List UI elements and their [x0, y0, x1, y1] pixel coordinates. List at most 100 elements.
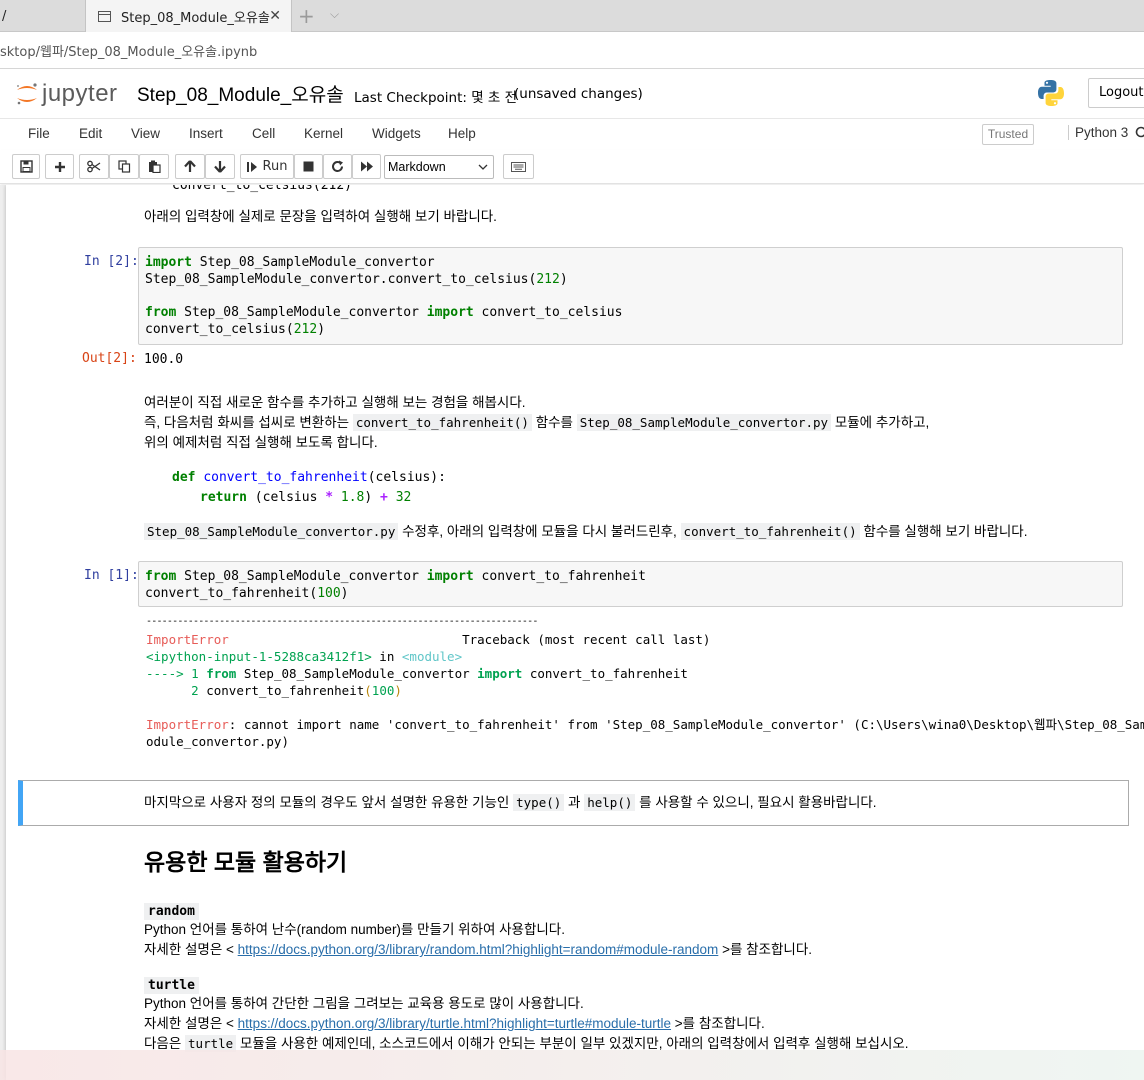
selected-markdown-cell[interactable]: 마지막으로 사용자 정의 모듈의 경우도 앞서 설명한 유용한 기능인 type…	[18, 780, 1129, 826]
code-token: convert_to_fahrenheit	[473, 569, 646, 584]
logout-button[interactable]: Logout	[1088, 78, 1144, 108]
jupyter-logo[interactable]: jupyter	[14, 78, 122, 110]
inline-code: help()	[584, 794, 636, 811]
text-span: >를 참조합니다.	[674, 1016, 765, 1031]
keyword-token: from	[145, 569, 177, 584]
random-docs-link[interactable]: https://docs.python.org/3/library/random…	[238, 942, 719, 957]
inline-code: turtle	[144, 977, 199, 994]
cell-type-select[interactable]: Markdown	[384, 155, 494, 179]
browser-tab-active[interactable]: Step_08_Module_오유솔 ✕	[86, 0, 292, 32]
markdown-paragraph[interactable]: 여러분이 직접 새로운 함수를 추가하고 실행해 보는 경험을 해봅시다.	[144, 393, 526, 413]
save-icon	[19, 160, 33, 173]
code-cell-2-input[interactable]: import Step_08_SampleModule_convertor St…	[138, 247, 1123, 345]
module-ref-random: 자세한 설명은 < https://docs.python.org/3/libr…	[144, 940, 812, 960]
checkpoint-label: Last Checkpoint:	[354, 90, 467, 106]
menu-view[interactable]: View	[131, 126, 160, 141]
arrow-up-icon	[184, 160, 196, 172]
unsaved-status: (unsaved changes)	[514, 86, 643, 102]
markdown-instruction-1[interactable]: 아래의 입력창에 실제로 문장을 입력하여 실행해 보기 바랍니다.	[144, 207, 497, 227]
jupyter-logo-icon	[17, 83, 37, 105]
traceback-header: ImportError Traceback (most recent call …	[146, 631, 710, 648]
keyword-token: from	[145, 305, 177, 320]
address-bar[interactable]: sktop/웹파/Step_08_Module_오유솔.ipynb	[0, 33, 1144, 69]
markdown-paragraph[interactable]: 위의 예제처럼 직접 실행해 보도록 합니다.	[144, 433, 378, 453]
number-token: 1.8	[333, 490, 365, 505]
markdown-paragraph[interactable]: Step_08_SampleModule_convertor.py 수정후, 아…	[144, 522, 1027, 542]
save-button[interactable]	[12, 154, 40, 179]
arrow-down-icon	[214, 161, 226, 173]
error-message-cont: odule_convertor.py)	[146, 734, 289, 749]
paste-button[interactable]	[139, 154, 169, 179]
code-token: )	[340, 586, 349, 601]
window-tab-icon	[98, 10, 111, 22]
keyboard-icon	[511, 161, 526, 172]
traceback-line-1: ----> 1 from Step_08_SampleModule_conver…	[146, 665, 688, 682]
inline-code: Step_08_SampleModule_convertor.py	[576, 414, 832, 431]
menu-widgets[interactable]: Widgets	[372, 126, 421, 141]
output-prompt-2: Out[2]:	[82, 351, 137, 366]
markdown-paragraph[interactable]: 즉, 다음처럼 화씨를 섭씨로 변환하는 convert_to_fahrenhe…	[144, 413, 929, 433]
number-token: 100	[317, 586, 341, 601]
code-token: convert_to_celsius(	[145, 322, 294, 337]
browser-tab-previous-label: /	[2, 8, 7, 24]
cut-button[interactable]	[79, 154, 109, 179]
traceback-title: Traceback (most recent call last)	[228, 632, 711, 647]
run-icon	[246, 161, 257, 172]
error-message: ImportError: cannot import name 'convert…	[146, 716, 1144, 733]
code-token: Step_08_SampleModule_convertor	[191, 255, 435, 270]
turtle-docs-link[interactable]: https://docs.python.org/3/library/turtle…	[238, 1016, 671, 1031]
menu-insert[interactable]: Insert	[189, 126, 223, 141]
copy-button[interactable]	[109, 154, 139, 179]
run-button-label: Run	[262, 159, 288, 174]
chevron-down-icon[interactable]: ⌵	[330, 7, 339, 22]
restart-button[interactable]	[323, 154, 352, 179]
text-span: 자세한 설명은 <	[144, 942, 234, 957]
code-token: Step_08_SampleModule_convertor.convert_t…	[145, 272, 537, 287]
move-down-button[interactable]	[205, 154, 235, 179]
number-token: 212	[293, 322, 318, 337]
code-token: )	[364, 490, 381, 505]
keyword-token: import	[145, 255, 192, 270]
code-cell-1-input[interactable]: from Step_08_SampleModule_convertor impo…	[138, 561, 1123, 607]
text-span: 마지막으로 사용자 정의 모듈의 경우도 앞서 설명한 유용한 기능인	[144, 795, 510, 810]
traceback-line-2: 2 convert_to_fahrenheit(100)	[146, 682, 402, 699]
text-span: 과	[568, 795, 581, 810]
code-token: Step_08_SampleModule_convertor	[176, 305, 427, 320]
menu-cell[interactable]: Cell	[252, 126, 275, 141]
text-span: 다음은	[144, 1036, 182, 1051]
code-token: (celsius	[246, 490, 326, 505]
code-token: )	[394, 683, 402, 698]
line-number: 2	[146, 683, 207, 698]
new-tab-icon[interactable]: +	[298, 4, 315, 28]
code-line: from Step_08_SampleModule_convertor impo…	[145, 304, 622, 321]
error-text: : cannot import name 'convert_to_fahrenh…	[228, 717, 1144, 732]
interrupt-button[interactable]	[294, 154, 323, 179]
insert-cell-button[interactable]	[45, 154, 74, 179]
move-up-button[interactable]	[175, 154, 205, 179]
keyword-token: import	[426, 305, 474, 320]
address-text[interactable]: sktop/웹파/Step_08_Module_오유솔.ipynb	[0, 41, 257, 60]
menu-help[interactable]: Help	[448, 126, 476, 141]
chevron-down-icon	[478, 164, 488, 170]
browser-tab-previous[interactable]: /	[0, 0, 86, 32]
run-button[interactable]: Run	[240, 154, 294, 179]
operator-token: *	[325, 490, 334, 505]
section-heading[interactable]: 유용한 모듈 활용하기	[144, 847, 347, 877]
restart-icon	[332, 160, 343, 172]
trusted-indicator[interactable]: Trusted	[982, 124, 1034, 145]
text-span: >를 참조합니다.	[722, 942, 812, 957]
menu-edit[interactable]: Edit	[79, 126, 102, 141]
command-palette-button[interactable]	[503, 154, 534, 179]
inline-code: convert_to_fahrenheit()	[352, 414, 532, 431]
code-line: Step_08_SampleModule_convertor.convert_t…	[145, 271, 568, 288]
menu-file[interactable]: File	[28, 126, 50, 141]
notebook-title[interactable]: Step_08_Module_오유솔	[137, 80, 344, 107]
inline-code: Step_08_SampleModule_convertor.py	[144, 523, 399, 540]
module-desc-turtle: Python 언어를 통하여 간단한 그림을 그려보는 교육용 용도로 많이 사…	[144, 996, 584, 1011]
operator-token: +	[380, 490, 388, 505]
menu-kernel[interactable]: Kernel	[304, 126, 343, 141]
close-icon[interactable]: ✕	[269, 8, 281, 24]
restart-run-all-button[interactable]	[352, 154, 381, 179]
traceback-file: <ipython-input-1-5288ca3412f1>	[146, 649, 372, 664]
inline-code: type()	[513, 794, 565, 811]
